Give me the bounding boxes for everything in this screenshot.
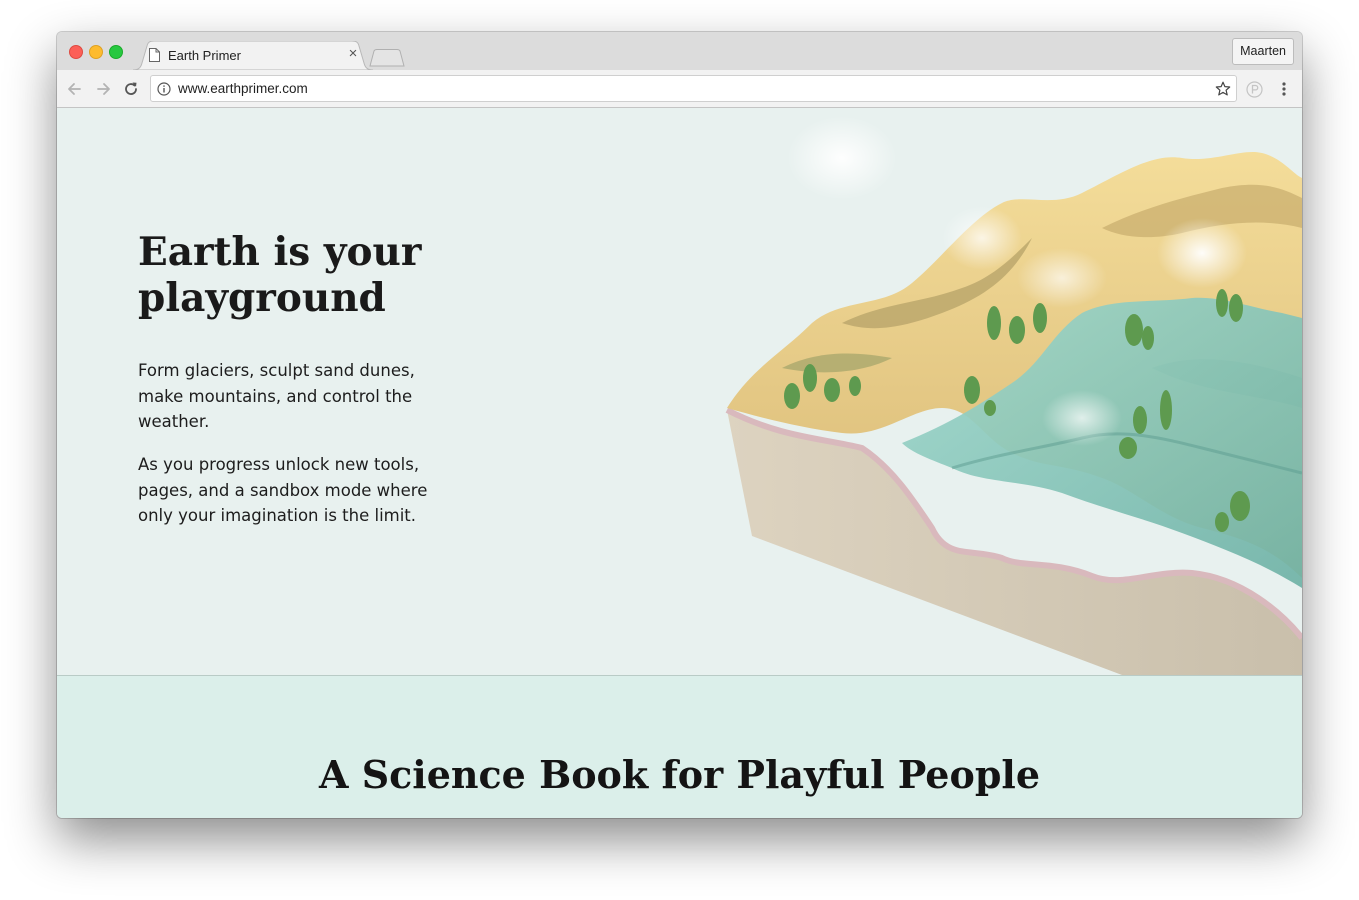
url-text: www.earthprimer.com: [178, 81, 308, 96]
reload-icon[interactable]: [123, 81, 139, 97]
page-icon: [149, 48, 160, 62]
profile-button[interactable]: Maarten: [1232, 38, 1294, 65]
tab-close-icon[interactable]: ×: [346, 46, 360, 61]
new-tab-button[interactable]: [369, 49, 405, 67]
toolbar: www.earthprimer.com: [57, 70, 1302, 108]
bookmark-star-icon[interactable]: [1215, 81, 1231, 97]
window-minimize-button[interactable]: [89, 45, 103, 59]
page-content: Earth is your playground Form glaciers, …: [57, 108, 1302, 818]
terrain-illustration: [725, 116, 1302, 675]
tab-title: Earth Primer: [168, 48, 241, 63]
hero-section: Earth is your playground Form glaciers, …: [57, 108, 1302, 675]
hero-paragraph-2: As you progress unlock new tools, pages,…: [138, 455, 428, 525]
tagline-section: A Science Book for Playful People: [57, 675, 1302, 818]
forward-icon[interactable]: [95, 81, 111, 97]
tab-strip: Earth Primer × Maarten: [57, 32, 1302, 70]
window-maximize-button[interactable]: [109, 45, 123, 59]
info-icon[interactable]: [157, 82, 171, 96]
browser-window: Earth Primer × Maarten www.earthprimer.c…: [57, 32, 1302, 818]
tab-earth-primer[interactable]: Earth Primer ×: [133, 41, 373, 70]
menu-icon[interactable]: [1279, 81, 1289, 97]
hero-title: Earth is your playground: [138, 229, 422, 321]
hero-paragraph-1: Form glaciers, sculpt sand dunes, make m…: [138, 361, 415, 431]
section-title: A Science Book for Playful People: [319, 752, 1040, 797]
back-icon[interactable]: [67, 81, 83, 97]
extension-icon[interactable]: [1246, 81, 1263, 98]
window-close-button[interactable]: [69, 45, 83, 59]
address-bar[interactable]: www.earthprimer.com: [150, 75, 1237, 102]
